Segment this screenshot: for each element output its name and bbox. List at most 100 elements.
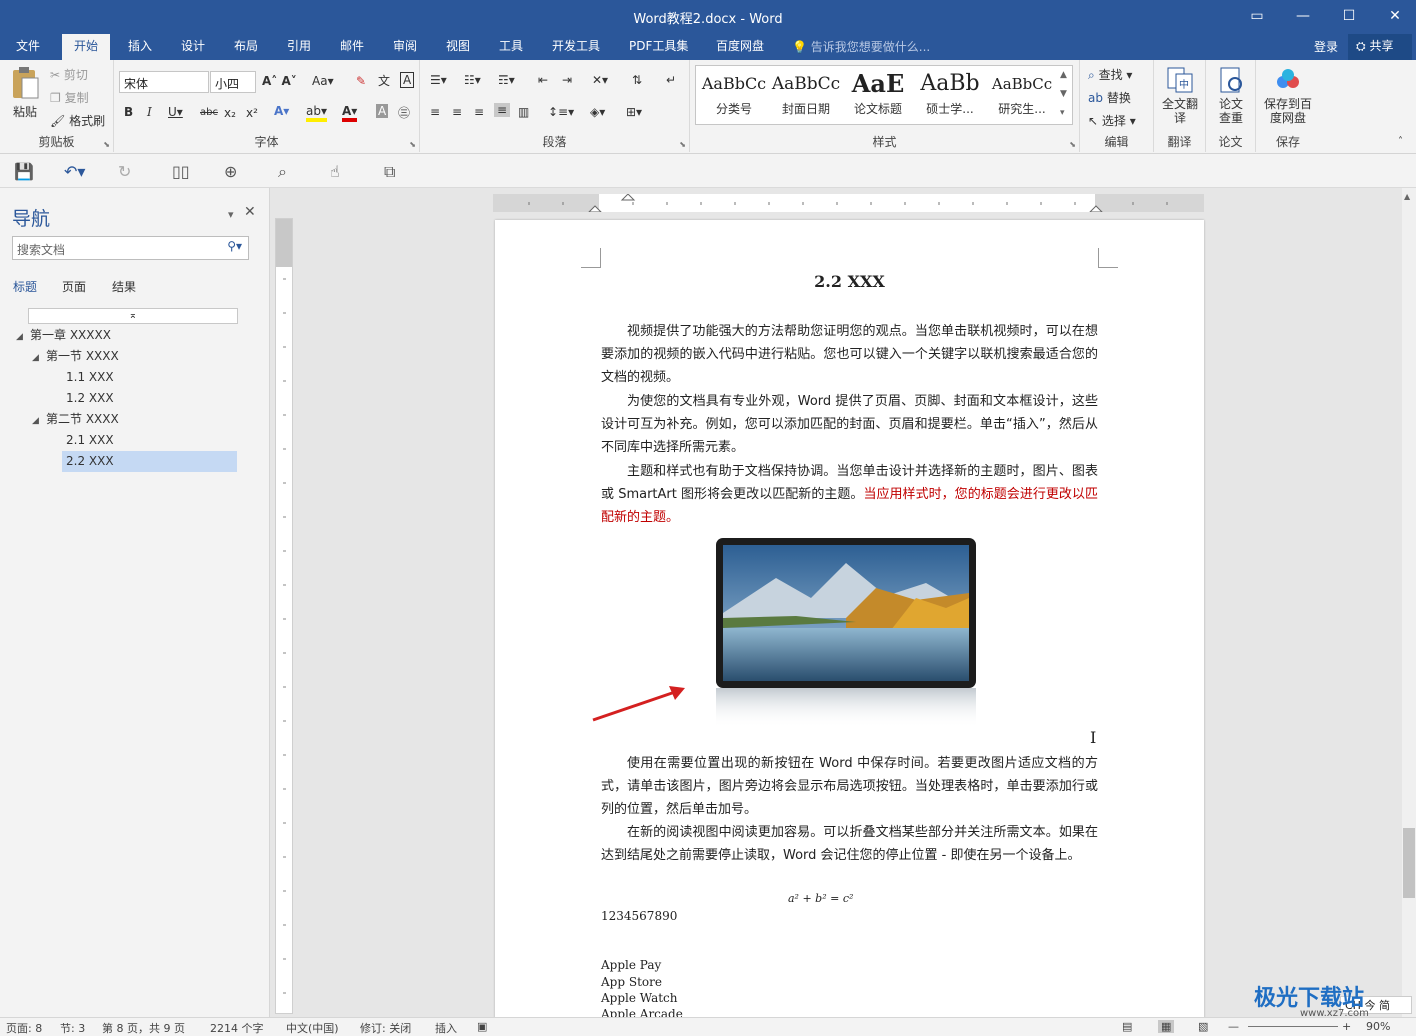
highlight-icon[interactable]: ab▾ (306, 104, 327, 122)
char-shading-icon[interactable]: A (376, 104, 389, 118)
document-canvas[interactable]: 2.2 XXX 视频提供了功能强大的方法帮助您证明您的观点。当您单击联机视频时，… (296, 188, 1402, 1017)
zoom-slider[interactable] (1248, 1026, 1338, 1027)
tell-me-box[interactable]: 💡 告诉我您想要做什么... (792, 38, 930, 55)
status-page[interactable]: 页面: 8 (6, 1020, 42, 1036)
justify-icon[interactable]: ≡ (494, 103, 511, 117)
font-name-select[interactable]: 宋体 (119, 71, 209, 93)
clear-format-icon[interactable]: ✎ (356, 74, 366, 88)
tab-file[interactable]: 文件 (4, 34, 52, 60)
tab-pdf-tools[interactable]: PDF工具集 (617, 34, 700, 60)
dialog-launcher-icon[interactable]: ⬊ (679, 140, 686, 149)
nav-tab-headings[interactable]: 标题 (13, 278, 37, 295)
tab-tools[interactable]: 工具 (487, 34, 535, 60)
tab-review[interactable]: 审阅 (381, 34, 429, 60)
expand-twisty-icon[interactable]: ◢ (16, 327, 30, 348)
expand-twisty-icon[interactable]: ◢ (32, 411, 46, 432)
search-icon[interactable]: ⚲▾ (227, 239, 242, 253)
full-text-translate-button[interactable]: 中 全文翻译 (1162, 66, 1198, 125)
macro-record-icon[interactable]: ▣ (477, 1020, 487, 1033)
tab-developer[interactable]: 开发工具 (540, 34, 612, 60)
read-mode-view-icon[interactable]: ▤ (1122, 1020, 1132, 1033)
dialog-launcher-icon[interactable]: ⬊ (103, 140, 110, 149)
align-center-icon[interactable]: ≡ (452, 105, 462, 119)
minimize-button[interactable]: — (1280, 0, 1326, 34)
read-mode-icon[interactable]: ▯▯ (172, 162, 190, 181)
style-item[interactable]: AaBbCc 封面日期 (770, 68, 842, 122)
borders-icon[interactable]: ⊞▾ (626, 105, 642, 119)
chinese-layout-icon[interactable]: ✕▾ (592, 73, 608, 87)
font-color-icon[interactable]: A▾ (342, 104, 358, 122)
print-layout-view-icon[interactable]: ▦ (1158, 1020, 1175, 1033)
distributed-icon[interactable]: ▥ (518, 105, 529, 119)
copy-button[interactable]: ❐ 复制 (50, 89, 89, 106)
tab-view[interactable]: 视图 (434, 34, 482, 60)
font-size-select[interactable]: 小四 (210, 71, 256, 93)
touch-mode-icon[interactable]: ☝ (330, 162, 340, 181)
nav-tab-pages[interactable]: 页面 (62, 278, 86, 295)
nav-heading-item-current[interactable]: 2.2 XXX (62, 451, 237, 472)
tab-mailings[interactable]: 邮件 (328, 34, 376, 60)
numbering-icon[interactable]: ☷▾ (464, 73, 481, 87)
tab-home[interactable]: 开始 (62, 34, 111, 60)
tab-layout[interactable]: 布局 (222, 34, 270, 60)
paper-check-button[interactable]: 论文查重 (1214, 66, 1248, 125)
replace-button[interactable]: ab 替换 (1088, 89, 1131, 106)
enclose-char-icon[interactable]: ㊂ (398, 104, 410, 121)
scroll-up-icon[interactable]: ▲ (1404, 192, 1410, 201)
print-preview-icon[interactable]: ⌕ (278, 162, 287, 182)
maximize-button[interactable]: ☐ (1326, 0, 1372, 34)
save-to-baidu-button[interactable]: 保存到百度网盘 (1260, 66, 1316, 125)
close-pane-icon[interactable]: ✕ (244, 204, 256, 220)
nav-heading-item[interactable]: 2.1 XXX (52, 430, 114, 451)
nav-heading-item[interactable]: 1.1 XXX (52, 367, 114, 388)
tab-insert[interactable]: 插入 (116, 34, 164, 60)
nav-heading-item[interactable]: 1.2 XXX (52, 388, 114, 409)
nav-heading-item[interactable]: ◢ 第二节 XXXX (32, 409, 119, 430)
find-button[interactable]: ⌕ 查找 ▾ (1088, 66, 1132, 83)
paste-button[interactable]: 粘贴 (8, 66, 42, 126)
increase-indent-icon[interactable]: ⇥ (562, 73, 572, 87)
collapse-all-button[interactable]: ⌅ (28, 308, 238, 324)
nav-heading-item[interactable]: ◢ 第一节 XXXX (32, 346, 119, 367)
status-revision[interactable]: 修订: 关闭 (360, 1020, 411, 1036)
customize-icon[interactable]: ⧉ (384, 162, 395, 182)
sort-icon[interactable]: ⇅ (632, 73, 642, 87)
search-input[interactable]: 搜索文档 ⚲▾ (12, 236, 249, 260)
status-word-count[interactable]: 2214 个字 (210, 1020, 264, 1036)
nav-tab-results[interactable]: 结果 (112, 278, 136, 295)
undo-icon[interactable]: ↶▾ (64, 162, 85, 181)
tablet-image[interactable] (716, 538, 976, 728)
status-insert-mode[interactable]: 插入 (435, 1020, 457, 1036)
web-layout-view-icon[interactable]: ▧ (1198, 1020, 1208, 1033)
nav-heading-item[interactable]: ◢ 第一章 XXXXX (16, 325, 111, 346)
underline-button[interactable]: U▾ (168, 105, 183, 119)
bullets-icon[interactable]: ☰▾ (430, 73, 447, 87)
login-link[interactable]: 登录 (1314, 38, 1338, 55)
shading-icon[interactable]: ◈▾ (590, 105, 605, 119)
share-button[interactable]: ⛭ 共享 (1348, 34, 1412, 60)
style-item[interactable]: AaE 论文标题 (842, 68, 914, 122)
strikethrough-button[interactable]: abc (200, 107, 218, 118)
pane-options-icon[interactable]: ▾ (228, 208, 234, 221)
dialog-launcher-icon[interactable]: ⬊ (1069, 140, 1076, 149)
close-button[interactable]: ✕ (1372, 0, 1416, 34)
change-case-icon[interactable]: Aa▾ (312, 74, 334, 88)
document-page[interactable]: 2.2 XXX 视频提供了功能强大的方法帮助您证明您的观点。当您单击联机视频时，… (495, 220, 1204, 1017)
cut-button[interactable]: ✂ 剪切 (50, 66, 88, 83)
superscript-button[interactable]: x² (246, 106, 258, 120)
gallery-scroll-icon[interactable]: ▲ ▼ ▾ (1060, 66, 1067, 123)
save-icon[interactable]: 💾 (14, 162, 34, 181)
italic-button[interactable]: I (147, 105, 152, 119)
status-section[interactable]: 节: 3 (60, 1020, 85, 1036)
char-border-icon[interactable]: A (400, 72, 415, 88)
redo-icon[interactable]: ↻ (118, 162, 131, 181)
text-effects-icon[interactable]: A▾ (274, 104, 289, 118)
zoom-in-icon[interactable]: + (1342, 1020, 1351, 1033)
tab-baidu-netdisk[interactable]: 百度网盘 (704, 34, 776, 60)
format-painter-button[interactable]: 🖌 格式刷 (50, 112, 105, 129)
dialog-launcher-icon[interactable]: ⬊ (409, 140, 416, 149)
style-item[interactable]: AaBb 硕士学... (914, 68, 986, 122)
collapse-ribbon-icon[interactable]: ˄ (1398, 136, 1403, 147)
zoom-level[interactable]: 90% (1366, 1020, 1390, 1033)
equation[interactable]: a² + b² = c² (788, 892, 853, 905)
